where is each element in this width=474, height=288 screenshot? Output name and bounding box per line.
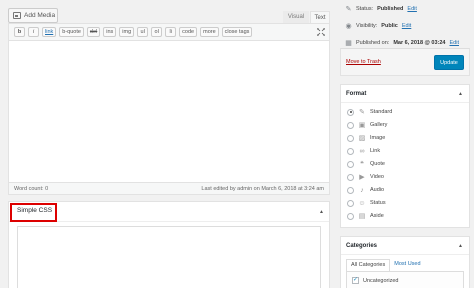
- tab-text[interactable]: Text: [310, 11, 330, 23]
- visibility-value: Public: [381, 22, 398, 29]
- add-media-label: Add Media: [24, 12, 56, 19]
- qt-link-button[interactable]: link: [42, 27, 57, 37]
- format-option-label: Standard: [370, 109, 393, 115]
- categories-list: ✓ Uncategorized: [346, 271, 464, 288]
- format-option-label: Gallery: [370, 122, 388, 128]
- format-option-image[interactable]: ▨ Image: [347, 133, 385, 143]
- move-to-trash-link[interactable]: Move to Trash: [346, 59, 381, 65]
- visibility-edit-link[interactable]: Edit: [402, 23, 411, 29]
- simple-css-header[interactable]: Simple CSS ▲: [9, 202, 329, 222]
- status-icon: ☺: [358, 199, 366, 207]
- publish-actions: Move to Trash Update: [340, 48, 470, 76]
- qt-li-button[interactable]: li: [165, 27, 177, 37]
- format-option-quote[interactable]: ❝ Quote: [347, 159, 385, 169]
- gallery-icon: ▣: [358, 122, 366, 129]
- qt-ins-button[interactable]: ins: [103, 27, 117, 37]
- last-edited: Last edited by admin on March 6, 2018 at…: [201, 185, 324, 192]
- quote-icon: ❝: [360, 161, 364, 168]
- format-header[interactable]: Format ▲: [341, 85, 469, 103]
- qt-code-button[interactable]: code: [179, 27, 198, 37]
- format-option-aside[interactable]: ▤ Aside: [347, 211, 384, 221]
- list-item[interactable]: ✓ Uncategorized: [352, 277, 398, 284]
- qt-italic-button[interactable]: i: [28, 27, 39, 37]
- qt-del-button[interactable]: del: [86, 27, 101, 37]
- radio-button[interactable]: [347, 199, 354, 207]
- published-value: Mar 6, 2018 @ 03:24: [393, 39, 446, 46]
- radio-button[interactable]: [347, 160, 354, 168]
- eye-icon: ◉: [345, 22, 352, 30]
- qt-close-tags-button[interactable]: close tags: [221, 27, 253, 37]
- published-row: ▦ Published on: Mar 6, 2018 @ 03:24 Edit: [345, 37, 459, 48]
- format-option-standard[interactable]: ✎ Standard: [347, 107, 392, 117]
- format-option-label: Image: [370, 135, 386, 141]
- radio-button[interactable]: [347, 186, 354, 194]
- word-count: Word count: 0: [14, 185, 49, 192]
- status-row: ✎ Status: Published Edit: [345, 3, 417, 14]
- checkbox[interactable]: ✓: [352, 277, 359, 284]
- qt-blockquote-button[interactable]: b-quote: [59, 27, 84, 37]
- pin-icon: ✎: [359, 109, 365, 116]
- radio-button[interactable]: [347, 121, 354, 129]
- fullscreen-icon[interactable]: [317, 28, 325, 36]
- status-value: Published: [377, 5, 404, 12]
- qt-more-button[interactable]: more: [200, 27, 219, 37]
- format-option-video[interactable]: ▶ Video: [347, 172, 384, 182]
- add-media-button[interactable]: Add Media: [8, 8, 58, 23]
- aside-icon: ▤: [358, 213, 366, 220]
- tab-all-categories[interactable]: All Categories: [346, 259, 391, 271]
- qt-ol-button[interactable]: ol: [151, 27, 163, 37]
- format-option-label: Video: [370, 174, 384, 180]
- collapse-arrow-icon[interactable]: ▲: [458, 243, 463, 249]
- content-textarea[interactable]: [9, 41, 329, 182]
- format-option-label: Link: [370, 148, 381, 154]
- format-option-gallery[interactable]: ▣ Gallery: [347, 120, 387, 130]
- status-edit-link[interactable]: Edit: [407, 6, 416, 12]
- tab-most-used[interactable]: Most Used: [390, 259, 424, 271]
- visibility-label: Visibility:: [356, 22, 378, 29]
- video-icon: ▶: [359, 174, 365, 181]
- highlight-box: [10, 203, 57, 222]
- published-label: Published on:: [356, 39, 390, 46]
- qt-bold-button[interactable]: b: [14, 27, 25, 37]
- published-edit-link[interactable]: Edit: [450, 40, 459, 46]
- calendar-icon: ▦: [345, 39, 352, 47]
- format-option-label: Audio: [370, 187, 385, 193]
- radio-button[interactable]: [347, 134, 354, 142]
- category-label: Uncategorized: [363, 277, 399, 284]
- image-icon: ▨: [358, 135, 366, 142]
- visibility-row: ◉ Visibility: Public Edit: [345, 20, 411, 31]
- editor-status-bar: Word count: 0 Last edited by admin on Ma…: [9, 182, 329, 194]
- status-label: Status:: [356, 5, 374, 12]
- tab-visual[interactable]: Visual: [283, 11, 309, 23]
- collapse-arrow-icon[interactable]: ▲: [458, 91, 463, 97]
- qt-ul-button[interactable]: ul: [137, 27, 149, 37]
- collapse-arrow-icon[interactable]: ▲: [319, 209, 324, 215]
- format-option-label: Aside: [370, 213, 384, 219]
- simple-css-metabox: Simple CSS ▲: [8, 201, 330, 288]
- qt-img-button[interactable]: img: [119, 27, 135, 37]
- content-editor[interactable]: b i link b-quote del ins img ul ol li co…: [8, 23, 330, 195]
- simple-css-textarea[interactable]: [17, 226, 321, 288]
- categories-header[interactable]: Categories ▲: [341, 237, 469, 255]
- format-option-label: Status: [370, 200, 386, 206]
- format-option-link[interactable]: ∞ Link: [347, 146, 380, 156]
- radio-button[interactable]: [347, 147, 354, 155]
- format-option-audio[interactable]: ♪ Audio: [347, 185, 384, 195]
- media-icon: [13, 12, 21, 19]
- format-title: Format: [346, 91, 367, 97]
- format-option-label: Quote: [370, 161, 385, 167]
- pin-icon: ✎: [345, 5, 352, 13]
- radio-button[interactable]: [347, 212, 354, 220]
- categories-title: Categories: [346, 243, 378, 249]
- categories-metabox: Categories ▲ All Categories Most Used ✓ …: [340, 236, 470, 288]
- audio-icon: ♪: [360, 186, 364, 194]
- radio-button[interactable]: [347, 108, 354, 116]
- categories-tabs: All Categories Most Used: [346, 259, 425, 271]
- link-icon: ∞: [359, 147, 365, 155]
- radio-button[interactable]: [347, 173, 354, 181]
- update-button[interactable]: Update: [434, 55, 464, 70]
- format-metabox: Format ▲ ✎ Standard ▣ Gallery ▨ Image ∞ …: [340, 84, 470, 228]
- format-option-status[interactable]: ☺ Status: [347, 198, 386, 208]
- quicktags-toolbar: b i link b-quote del ins img ul ol li co…: [9, 24, 329, 41]
